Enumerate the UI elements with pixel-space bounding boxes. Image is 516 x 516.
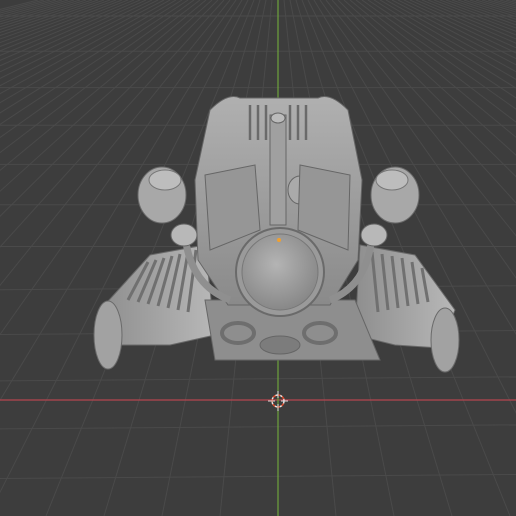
viewport-canvas[interactable]	[0, 0, 516, 516]
central-column	[269, 114, 287, 226]
left-hose-cap	[170, 223, 198, 247]
grid-line	[0, 0, 153, 73]
3d-viewport[interactable]	[0, 0, 516, 516]
grid-line	[415, 0, 516, 44]
grid-line	[0, 424, 516, 430]
right-wing-cap	[430, 307, 460, 373]
grid-line	[433, 0, 516, 32]
grid-line	[451, 0, 516, 23]
object-origin	[277, 238, 281, 242]
grid-line	[439, 0, 516, 29]
grid-line	[0, 0, 81, 25]
grid-line	[0, 0, 93, 30]
grid-line	[0, 473, 516, 479]
grid-line	[445, 0, 516, 26]
grid-line	[0, 0, 159, 79]
grid-line	[469, 0, 516, 15]
grid-line	[0, 0, 63, 18]
power-armor-backpack-model[interactable]	[93, 96, 460, 373]
grid-line	[0, 0, 99, 33]
grid-line	[0, 0, 141, 61]
grid-line	[0, 376, 516, 382]
grid-line	[0, 0, 75, 23]
right-hose-cap	[360, 223, 388, 247]
column-top	[270, 112, 286, 124]
grid-line	[0, 0, 57, 16]
grid-line	[0, 0, 135, 56]
lower-center-socket	[259, 335, 301, 355]
left-wing-cap	[93, 300, 123, 370]
central-lens	[241, 233, 319, 311]
left-tank-top	[148, 169, 182, 191]
grid-line	[409, 0, 516, 49]
grid-line	[0, 0, 39, 10]
grid-line	[0, 0, 123, 48]
grid-line	[475, 0, 516, 13]
grid-line	[505, 0, 516, 4]
grid-line	[0, 0, 129, 52]
grid-line	[457, 0, 516, 20]
right-tank-top	[375, 169, 409, 191]
